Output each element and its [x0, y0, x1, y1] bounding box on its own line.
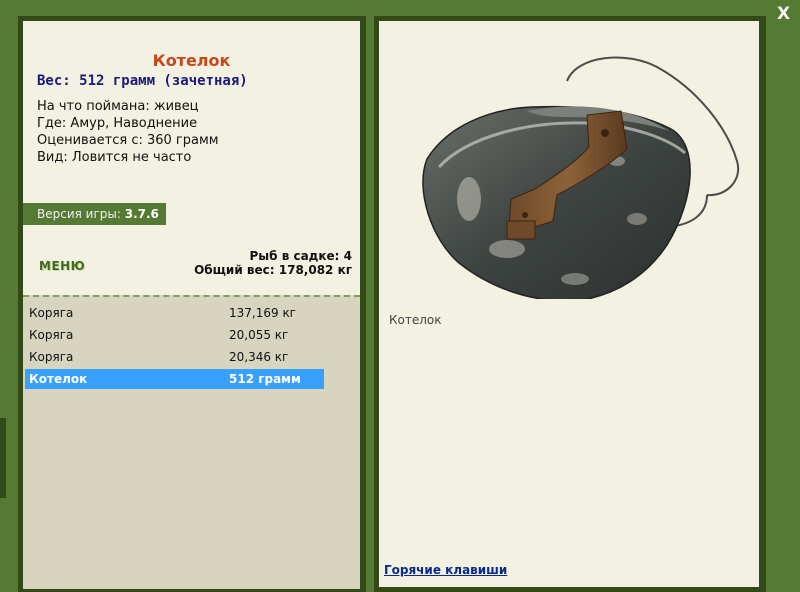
catch-weight: 512 грамм	[229, 372, 301, 386]
fish-info-panel: Котелок Вес: 512 грамм (зачетная) На что…	[18, 16, 366, 592]
version-value: 3.7.6	[124, 207, 159, 221]
hotkeys-link[interactable]: Горячие клавиши	[384, 563, 507, 577]
menu-button[interactable]: МЕНЮ	[39, 259, 85, 273]
catch-list-item[interactable]: Коряга 137,169 кг	[25, 303, 324, 323]
left-edge-strip	[0, 418, 6, 498]
location-info: Где: Амур, Наводнение	[37, 116, 198, 131]
close-icon[interactable]: X	[777, 4, 790, 24]
preview-panel: Котелок Горячие клавиши	[374, 16, 766, 592]
fish-weight: Вес: 512 грамм (зачетная)	[37, 73, 248, 89]
catch-name: Коряга	[29, 350, 74, 364]
mess-tin-image	[422, 56, 740, 299]
fish-title: Котелок	[152, 51, 231, 70]
frequency-info: Вид: Ловится не часто	[37, 150, 192, 165]
catch-list-item[interactable]: Коряга 20,346 кг	[25, 347, 324, 367]
catch-name: Котелок	[29, 372, 88, 386]
catch-weight: 20,346 кг	[229, 350, 289, 364]
catch-list: Коряга 137,169 кг Коряга 20,055 кг Коряг…	[23, 295, 360, 589]
preview-content: Котелок Горячие клавиши	[379, 21, 759, 587]
preview-caption: Котелок	[389, 313, 442, 327]
keepnet-total-weight: Общий вес: 178,082 кг	[194, 263, 352, 277]
keepnet-stats: Рыб в садке: 4 Общий вес: 178,082 кг	[194, 249, 352, 277]
fish-info-content: Котелок Вес: 512 грамм (зачетная) На что…	[23, 21, 360, 589]
keepnet-count: Рыб в садке: 4	[249, 249, 353, 263]
catch-name: Коряга	[29, 306, 74, 320]
catch-list-item[interactable]: Коряга 20,055 кг	[25, 325, 324, 345]
catch-name: Коряга	[29, 328, 74, 342]
rated-from-info: Оценивается с: 360 грамм	[37, 133, 219, 148]
bait-info: На что поймана: живец	[37, 99, 199, 114]
catch-weight: 20,055 кг	[229, 328, 289, 342]
game-version-badge: Версия игры: 3.7.6	[23, 203, 166, 225]
version-label: Версия игры:	[37, 207, 121, 221]
catch-list-item-selected[interactable]: Котелок 512 грамм	[25, 369, 324, 389]
catch-weight: 137,169 кг	[229, 306, 296, 320]
